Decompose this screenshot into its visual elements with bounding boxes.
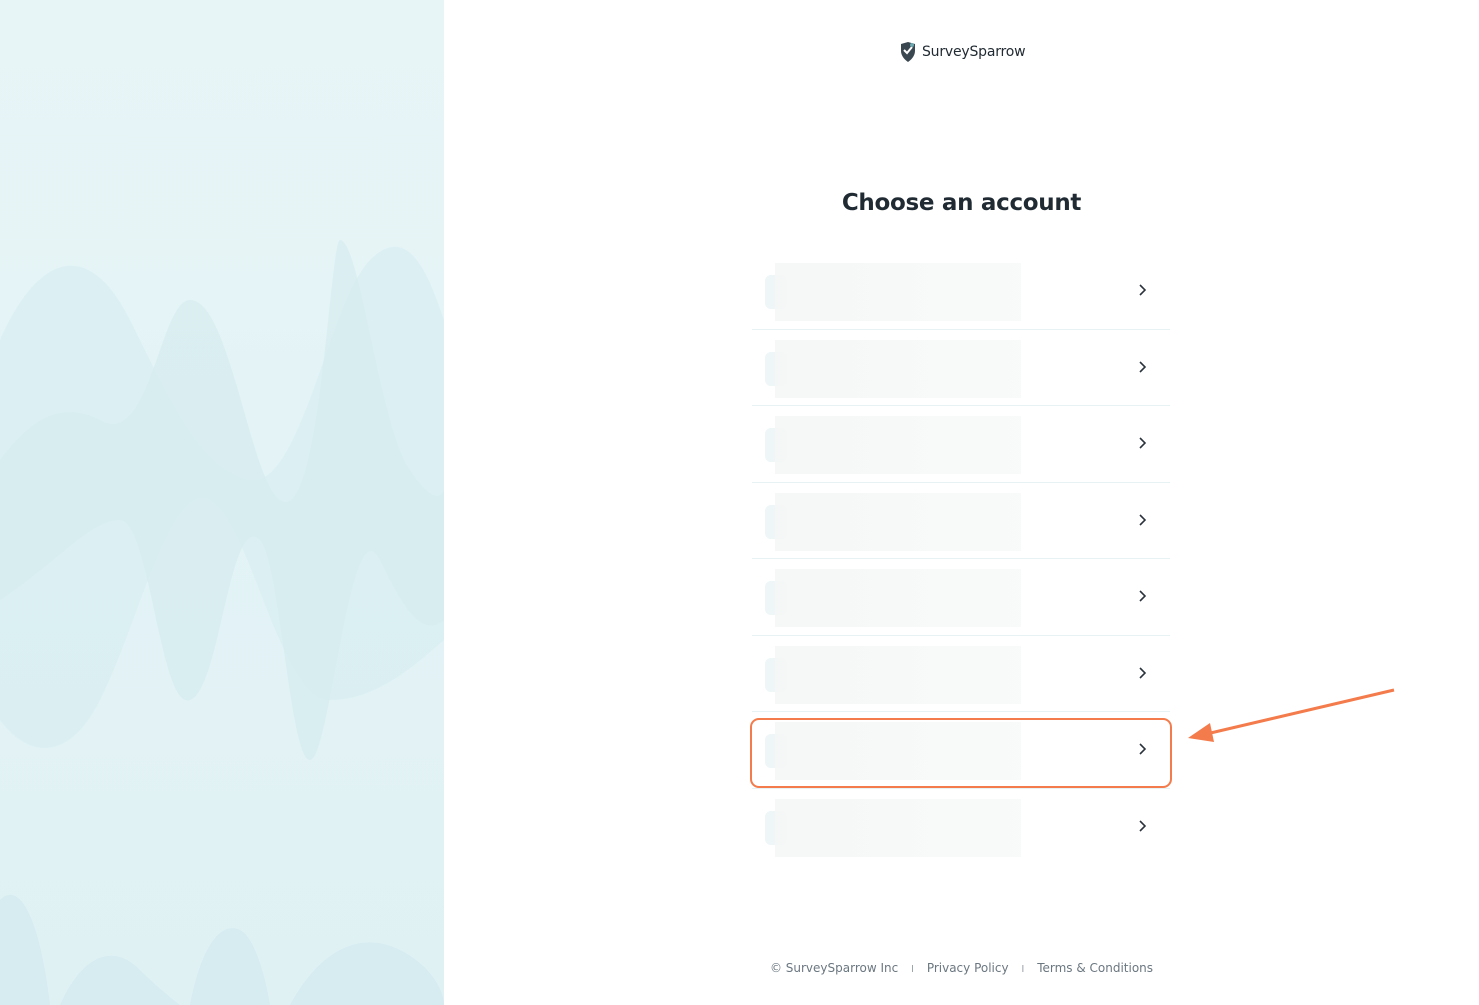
account-info-redacted	[775, 569, 1021, 627]
account-row[interactable]	[752, 712, 1170, 789]
account-row[interactable]	[752, 330, 1170, 406]
account-info-redacted	[775, 492, 1021, 551]
sparrow-shield-icon	[901, 42, 915, 62]
account-info-redacted	[775, 416, 1021, 474]
footer: © SurveySparrow Inc I Privacy Policy I T…	[444, 961, 1479, 975]
annotation-arrow-icon	[1188, 688, 1395, 742]
brand-logo: SurveySparrow	[899, 42, 1026, 62]
footer-separator: I	[1021, 964, 1025, 975]
chevron-right-icon	[1139, 360, 1147, 373]
chevron-right-icon	[1139, 513, 1147, 526]
account-list	[752, 253, 1170, 865]
account-row[interactable]	[752, 253, 1170, 330]
brand-name: SurveySparrow	[922, 44, 1026, 60]
account-row[interactable]	[752, 483, 1170, 559]
footer-copyright: © SurveySparrow Inc	[769, 961, 899, 975]
account-info-redacted	[775, 339, 1021, 398]
chevron-right-icon	[1139, 666, 1147, 679]
account-row[interactable]	[752, 559, 1170, 636]
account-row[interactable]	[752, 406, 1170, 483]
account-info-redacted	[775, 263, 1021, 321]
terms-link[interactable]: Terms & Conditions	[1037, 961, 1153, 975]
decorative-wave-panel	[0, 0, 444, 1005]
footer-separator: I	[911, 964, 914, 975]
account-row[interactable]	[752, 636, 1170, 712]
chevron-right-icon	[1139, 743, 1147, 755]
account-info-redacted	[775, 722, 1021, 780]
chevron-right-icon	[1139, 819, 1147, 832]
privacy-policy-link[interactable]: Privacy Policy	[927, 961, 1009, 975]
chevron-right-icon	[1139, 590, 1147, 602]
login-panel: SurveySparrow Choose an account © Survey…	[444, 0, 1479, 1005]
chevron-right-icon	[1139, 437, 1147, 449]
account-info-redacted	[775, 798, 1021, 857]
chevron-right-icon	[1139, 284, 1147, 296]
account-row[interactable]	[752, 789, 1170, 866]
page-title: Choose an account	[841, 190, 1082, 216]
wave-illustration	[0, 240, 444, 1005]
account-info-redacted	[775, 645, 1021, 704]
